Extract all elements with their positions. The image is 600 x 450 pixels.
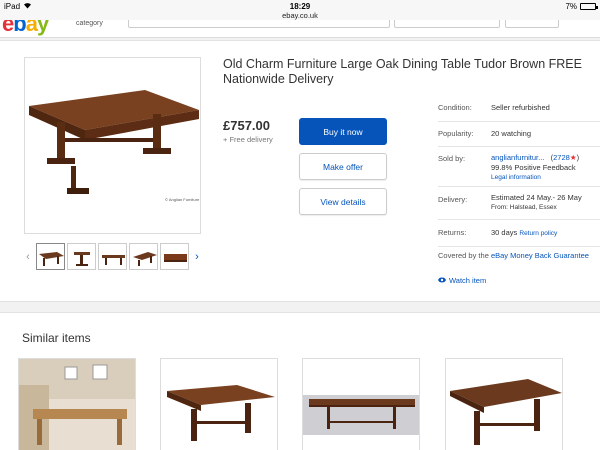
- chevron-left-icon[interactable]: ‹: [22, 251, 34, 263]
- eye-icon: [438, 276, 446, 285]
- popularity-label: Popularity:: [438, 129, 474, 138]
- thumbnail-4[interactable]: [129, 243, 158, 270]
- star-icon: ★: [569, 153, 577, 162]
- seller-score[interactable]: 2728: [553, 153, 570, 162]
- thumbnail-2[interactable]: [67, 243, 96, 270]
- similar-item-1-image: [19, 359, 135, 450]
- search-input[interactable]: [128, 20, 390, 28]
- main-photo[interactable]: © Anglian Furniture: [24, 57, 201, 234]
- view-details-button[interactable]: View details: [299, 188, 387, 215]
- similar-item-1[interactable]: [18, 358, 136, 450]
- battery-icon: [580, 3, 598, 10]
- similar-item-2[interactable]: [160, 358, 278, 450]
- watch-item-link[interactable]: Watch item: [438, 276, 486, 285]
- buy-it-now-button[interactable]: Buy it now: [299, 118, 387, 145]
- similar-item-2-image: [167, 385, 275, 441]
- delivery-from: From: Halstead, Essex: [491, 204, 557, 211]
- delivery-estimate: Estimated 24 May.- 26 May: [491, 193, 582, 202]
- free-delivery-note: + Free delivery: [223, 135, 273, 144]
- thumbnail-3[interactable]: [98, 243, 127, 270]
- search-button[interactable]: [505, 20, 559, 28]
- condition-label: Condition:: [438, 103, 472, 112]
- clock: 18:29: [289, 2, 311, 11]
- seller-name-link[interactable]: anglianfurnitur...: [491, 153, 544, 162]
- sold-by-label: Sold by:: [438, 154, 466, 163]
- similar-items-section: Similar items: [0, 312, 600, 450]
- return-policy-link[interactable]: Return policy: [519, 230, 557, 237]
- address-bar-url[interactable]: ebay.co.uk: [0, 11, 600, 20]
- returns-label: Returns:: [438, 228, 467, 237]
- item-card: © Anglian Furniture ‹ › Old Charm Furnit…: [0, 40, 600, 302]
- covered-prefix: Covered by the: [438, 251, 491, 260]
- thumbnail-1[interactable]: [36, 243, 65, 270]
- thumbnail-5[interactable]: [160, 243, 189, 270]
- returns-info: 30 days Return policy: [491, 228, 557, 237]
- battery-percent: 7%: [565, 2, 577, 11]
- site-header: ebay category: [0, 20, 600, 38]
- ebay-logo[interactable]: ebay: [2, 20, 49, 37]
- delivery-label: Delivery:: [438, 195, 468, 204]
- seller-feedback: 99.8% Positive Feedback: [491, 163, 576, 172]
- similar-items-heading: Similar items: [22, 331, 91, 345]
- chevron-right-icon[interactable]: ›: [191, 251, 203, 263]
- returns-value: 30 days: [491, 228, 518, 237]
- money-back-guarantee: Covered by the eBay Money Back Guarantee: [438, 251, 589, 260]
- similar-item-3-image: [303, 395, 419, 435]
- svg-text:© Anglian Furniture: © Anglian Furniture: [165, 197, 200, 202]
- delivery-row: Delivery: Estimated 24 May.- 26 May From…: [438, 187, 600, 220]
- category-select[interactable]: [394, 20, 500, 28]
- make-offer-button[interactable]: Make offer: [299, 153, 387, 180]
- price: £757.00: [223, 118, 270, 133]
- seller-score-wrap: (2728★): [546, 153, 580, 162]
- status-right: 7%: [565, 2, 598, 11]
- similar-item-3[interactable]: [302, 358, 420, 450]
- item-details-panel: Condition: Seller refurbished Popularity…: [438, 97, 600, 247]
- popularity-value: 20 watching: [491, 129, 532, 138]
- watch-item-label: Watch item: [449, 276, 487, 285]
- shop-by-category[interactable]: category: [76, 20, 103, 27]
- ios-status-bar: iPad 18:29 ebay.co.uk 7%: [0, 0, 600, 20]
- thumbnail-strip: ‹ ›: [22, 243, 203, 270]
- similar-item-4[interactable]: [445, 358, 563, 450]
- sold-by-row: Sold by: anglianfurnitur... (2728★) 99.8…: [438, 147, 600, 187]
- listing-title: Old Charm Furniture Large Oak Dining Tab…: [223, 57, 582, 86]
- delivery-info: Estimated 24 May.- 26 May From: Halstead…: [491, 193, 582, 213]
- condition-value: Seller refurbished: [491, 103, 550, 112]
- popularity-row: Popularity: 20 watching: [438, 122, 600, 147]
- table-photo-image: © Anglian Furniture: [29, 90, 200, 202]
- returns-row: Returns: 30 days Return policy: [438, 220, 600, 247]
- seller-info: anglianfurnitur... (2728★) 99.8% Positiv…: [491, 153, 579, 183]
- money-back-guarantee-link[interactable]: eBay Money Back Guarantee: [491, 251, 589, 260]
- legal-information-link[interactable]: Legal information: [491, 173, 579, 183]
- similar-item-4-image: [450, 379, 562, 445]
- condition-row: Condition: Seller refurbished: [438, 97, 600, 122]
